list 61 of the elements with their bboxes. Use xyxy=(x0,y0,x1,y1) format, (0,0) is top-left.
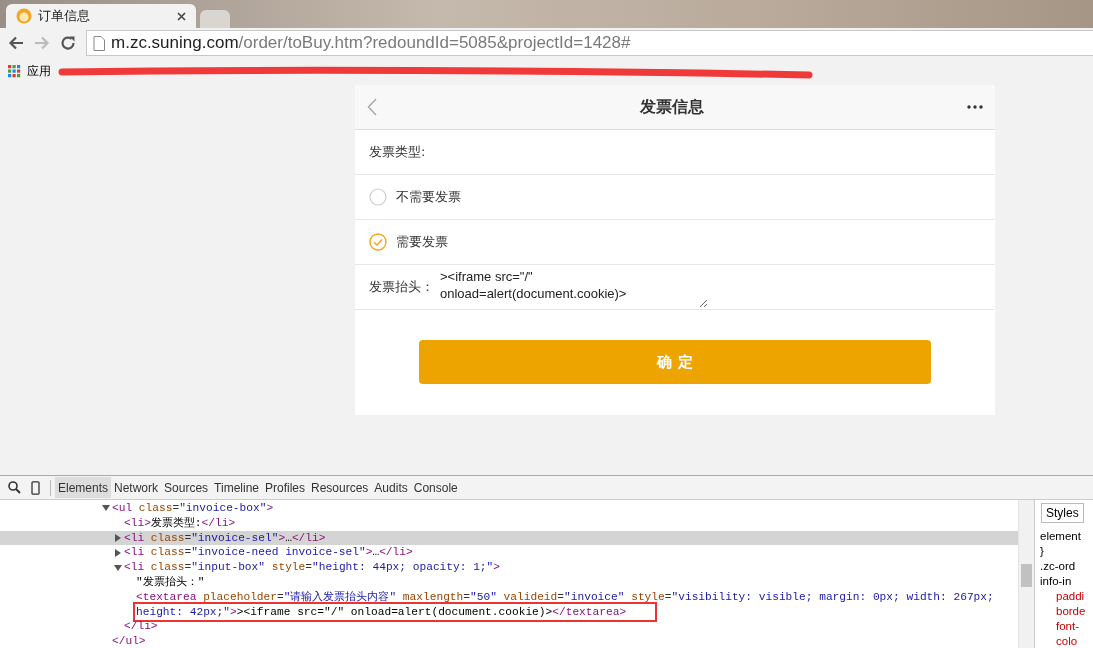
tree-row[interactable]: <li class="invoice-sel">…</li> xyxy=(0,530,1018,546)
address-bar[interactable]: m.zc.suning.com/order/toBuy.htm?redoundId=5085&projectId=1428# xyxy=(86,30,1093,56)
close-icon[interactable] xyxy=(177,11,186,21)
style-rule-text: colo xyxy=(1055,634,1079,648)
reload-icon[interactable] xyxy=(60,35,76,51)
expanded-triangle-icon[interactable] xyxy=(114,563,122,572)
page-icon xyxy=(93,35,105,51)
style-rule-text: .zc-ord xyxy=(1040,559,1077,574)
devtools-tab[interactable]: Elements xyxy=(55,477,112,498)
styles-tab[interactable]: Styles xyxy=(1041,503,1084,523)
dom-node[interactable]: "发票抬头：" xyxy=(136,575,205,590)
devtools-tab[interactable]: Resources xyxy=(308,477,372,498)
scrollbar-thumb[interactable] xyxy=(1021,564,1032,587)
browser-tab[interactable]: 订单信息 xyxy=(6,4,196,28)
dom-node[interactable]: <li class="input-box" style="height: 44px; opacity: 1;"> xyxy=(124,560,501,575)
style-rule-text: element xyxy=(1040,529,1082,544)
dom-node[interactable]: </li> xyxy=(124,619,158,635)
devtools-tab[interactable]: Network xyxy=(111,477,162,498)
style-rule-text: info-in xyxy=(1040,574,1073,589)
style-rule-text: } xyxy=(1040,544,1045,559)
dom-node[interactable]: <li>发票类型:</li> xyxy=(124,515,236,531)
radio-checked-icon[interactable] xyxy=(369,233,387,251)
dom-node[interactable]: </ul> xyxy=(112,634,146,648)
style-rule-text: borde xyxy=(1055,604,1087,619)
devtools-tab[interactable]: Sources xyxy=(161,477,212,498)
phone-icon[interactable] xyxy=(31,480,40,495)
style-rule-text: paddi xyxy=(1055,589,1086,604)
forward-arrow-icon xyxy=(34,36,50,50)
search-icon[interactable] xyxy=(8,481,21,494)
tree-row[interactable]: <li class="invoice-need invoice-sel">…</li> xyxy=(0,545,1018,561)
style-rule-text: font- xyxy=(1055,619,1080,634)
expanded-triangle-icon[interactable] xyxy=(102,504,110,513)
devtools-tab[interactable]: Audits xyxy=(371,477,411,498)
tree-row[interactable]: <textarea placeholder="请输入发票抬头内容" maxlength="50" valideid="invoice" style="visibility: visible; margin: 0px; width: 267px; xyxy=(0,589,1018,605)
url-text: m.zc.suning.com/order/toBuy.htm?redoundId=5085&projectId=1428# xyxy=(111,33,631,53)
dom-node[interactable]: <ul class="invoice-box"> xyxy=(112,501,274,516)
bookmark-link[interactable]: 应用 xyxy=(27,63,51,80)
option-label[interactable]: 需要发票 xyxy=(396,233,448,251)
tree-row[interactable]: <li>发票类型:</li> xyxy=(0,515,1018,531)
field-label: 发票类型: xyxy=(369,143,426,161)
radio-button-icon[interactable] xyxy=(369,188,387,206)
page-title: 发票信息 xyxy=(640,96,704,118)
tab-title: 订单信息 xyxy=(38,7,91,25)
more-icon[interactable] xyxy=(967,105,983,109)
collapsed-triangle-icon[interactable] xyxy=(114,534,122,542)
tree-row[interactable]: <li class="input-box" style="height: 44px; opacity: 1;"> xyxy=(0,560,1018,575)
lion-logo-icon xyxy=(16,8,32,24)
collapsed-triangle-icon[interactable] xyxy=(114,548,122,557)
back-arrow-icon[interactable] xyxy=(8,36,24,50)
field-label: 发票抬头： xyxy=(369,278,434,296)
tree-row[interactable]: <ul class="invoice-box"> xyxy=(0,501,1018,516)
apps-grid-icon[interactable] xyxy=(8,65,21,78)
tree-row[interactable]: "发票抬头：" xyxy=(0,575,1018,590)
devtools-tab[interactable]: Console xyxy=(410,477,461,498)
dom-node[interactable]: <li class="invoice-sel">…</li> xyxy=(124,530,326,546)
dom-node[interactable]: height: 42px;">><iframe src="/" onload=alert(document.cookie)></textarea> xyxy=(136,605,627,618)
devtools-tab[interactable]: Profiles xyxy=(262,477,308,498)
devtools-tab[interactable]: Timeline xyxy=(211,477,262,498)
dom-node[interactable]: <li class="invoice-need invoice-sel">…</li> xyxy=(124,545,413,561)
dom-node[interactable]: <textarea placeholder="请输入发票抬头内容" maxlength="50" valideid="invoice" style="visibility: visible; margin: 0px; width: 267px; xyxy=(136,589,994,605)
option-label[interactable]: 不需要发票 xyxy=(396,188,461,206)
